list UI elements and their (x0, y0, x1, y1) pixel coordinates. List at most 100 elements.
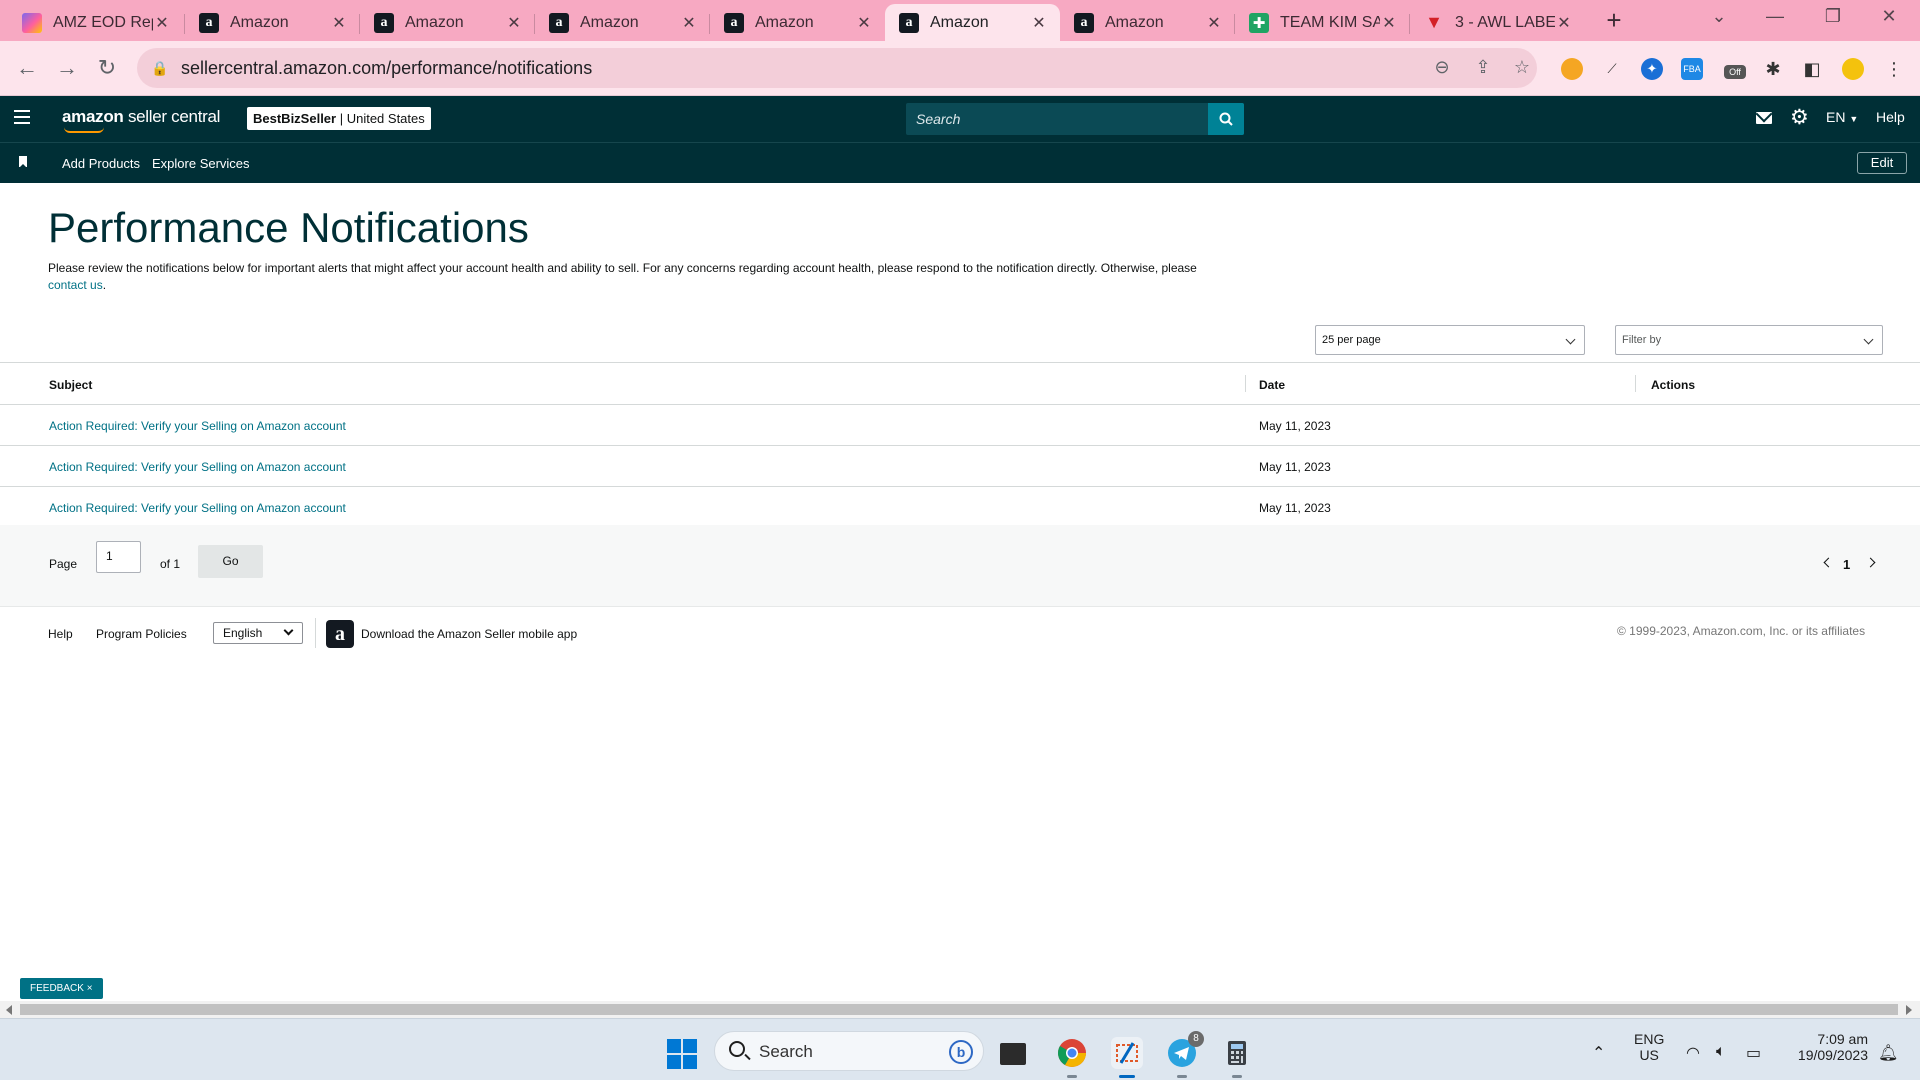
scroll-left-icon[interactable] (6, 1005, 12, 1015)
restore-button[interactable]: ❐ (1810, 6, 1856, 34)
close-icon[interactable]: ✕ (855, 13, 873, 33)
horizontal-scrollbar[interactable] (0, 1001, 1920, 1018)
feedback-tab[interactable]: FEEDBACK × (20, 978, 103, 999)
side-panel-icon[interactable]: ◧ (1801, 58, 1823, 80)
bookmark-icon[interactable] (19, 156, 27, 168)
snipping-tool-icon[interactable] (1111, 1037, 1143, 1078)
program-policies-link[interactable]: Program Policies (96, 627, 187, 641)
notification-bell-icon[interactable]: 🔔︎ (1878, 1043, 1898, 1063)
menu-kebab-icon[interactable]: ⋮ (1883, 58, 1905, 80)
close-icon[interactable]: ✕ (153, 13, 171, 33)
browser-tab[interactable]: a Amazon ✕ (360, 4, 535, 41)
profile-avatar[interactable] (1842, 58, 1864, 80)
reload-button[interactable]: ↻ (92, 53, 122, 83)
extension-icon[interactable] (1561, 58, 1583, 80)
close-icon[interactable]: ✕ (680, 13, 698, 33)
close-icon[interactable]: ✕ (1205, 13, 1223, 33)
bing-icon[interactable]: b (949, 1040, 973, 1064)
footer-language-select[interactable]: English (213, 622, 303, 644)
close-icon[interactable]: ✕ (1030, 13, 1048, 33)
explore-services-link[interactable]: Explore Services (152, 156, 250, 171)
tab-search-icon[interactable]: ⌄ (1696, 6, 1742, 34)
share-icon[interactable]: ⇪ (1472, 57, 1494, 79)
hamburger-menu-icon[interactable] (14, 110, 30, 126)
footer-help-link[interactable]: Help (48, 627, 73, 641)
volume-icon[interactable]: 🔈︎ (1716, 1043, 1726, 1061)
amazon-icon: a (199, 12, 219, 33)
bookmark-star-icon[interactable]: ☆ (1511, 57, 1533, 79)
task-view-icon[interactable] (1000, 1043, 1026, 1065)
go-button[interactable]: Go (198, 545, 263, 578)
extension-icon[interactable]: ⟋ (1601, 58, 1623, 80)
filter-select[interactable]: Filter by (1615, 325, 1883, 355)
scrollbar-thumb[interactable] (20, 1004, 1898, 1015)
zoom-icon[interactable]: ⊖ (1431, 57, 1453, 79)
gear-icon[interactable]: ⚙ (1790, 107, 1809, 129)
browser-tab[interactable]: a Amazon ✕ (185, 4, 360, 41)
puzzle-icon[interactable]: ✱ (1762, 58, 1784, 80)
column-header-date[interactable]: Date (1259, 378, 1285, 392)
edit-button[interactable]: Edit (1857, 152, 1907, 174)
search-input[interactable]: Search (906, 103, 1244, 135)
chevron-up-icon[interactable]: ⌃ (1592, 1043, 1605, 1063)
close-icon[interactable]: ✕ (1555, 13, 1573, 33)
language-label: EN (1826, 109, 1846, 125)
chevron-left-icon[interactable] (1823, 557, 1834, 568)
contact-us-link[interactable]: contact us (48, 278, 103, 292)
close-icon[interactable]: × (87, 983, 93, 994)
chrome-icon[interactable] (1056, 1037, 1088, 1078)
minimize-button[interactable]: — (1752, 6, 1798, 34)
notification-subject-link[interactable]: Action Required: Verify your Selling on … (49, 419, 346, 433)
telegram-icon[interactable]: 8 (1166, 1031, 1204, 1078)
taskbar-search[interactable]: Search b (714, 1031, 984, 1071)
calculator-icon[interactable] (1221, 1037, 1253, 1078)
close-icon[interactable]: ✕ (505, 13, 523, 33)
close-icon[interactable]: ✕ (1380, 13, 1398, 33)
fba-extension-icon[interactable]: FBA (1681, 58, 1703, 80)
notification-subject-link[interactable]: Action Required: Verify your Selling on … (49, 501, 346, 515)
page-number-input[interactable]: 1 (96, 541, 141, 573)
battery-icon[interactable]: ▭ (1746, 1043, 1761, 1063)
extension-icon[interactable]: ✦ (1641, 58, 1663, 80)
extension-off-badge[interactable]: Off (1724, 65, 1746, 79)
close-icon[interactable]: ✕ (330, 13, 348, 33)
current-page-number[interactable]: 1 (1843, 557, 1850, 572)
scroll-right-icon[interactable] (1906, 1005, 1912, 1015)
browser-tab[interactable]: AMZ EOD Rep ✕ (8, 4, 183, 41)
clock[interactable]: 7:09 am 19/09/2023 (1784, 1031, 1868, 1063)
table-row: Action Required: Verify your Selling on … (0, 446, 1920, 487)
browser-tab[interactable]: a Amazon ✕ (1060, 4, 1235, 41)
footer-language-value: English (223, 626, 263, 640)
seller-central-logo[interactable]: amazon seller central (62, 107, 220, 133)
input-language[interactable]: ENG US (1634, 1031, 1664, 1063)
search-button[interactable] (1208, 103, 1244, 135)
amazon-icon: a (724, 12, 744, 33)
amazon-icon: a (374, 12, 394, 33)
notification-subject-link[interactable]: Action Required: Verify your Selling on … (49, 460, 346, 474)
browser-tab[interactable]: a Amazon ✕ (710, 4, 885, 41)
language-switcher[interactable]: EN ▼ (1826, 109, 1858, 125)
download-app-link[interactable]: Download the Amazon Seller mobile app (361, 627, 577, 641)
per-page-select[interactable]: 25 per page (1315, 325, 1585, 355)
store-switcher[interactable]: BestBizSeller | United States (247, 107, 431, 130)
help-link[interactable]: Help (1876, 109, 1905, 125)
window-close-button[interactable]: ✕ (1866, 6, 1912, 34)
browser-tab[interactable]: ✚ TEAM KIM SA ✕ (1235, 4, 1410, 41)
taskbar-search-placeholder: Search (759, 1042, 813, 1061)
intro-body: Please review the notifications below fo… (48, 261, 1197, 275)
amazon-app-icon[interactable]: a (326, 620, 354, 648)
add-products-link[interactable]: Add Products (62, 156, 140, 171)
browser-tab[interactable]: ▼ 3 - AWL LABE ✕ (1410, 4, 1585, 41)
mail-icon[interactable] (1756, 112, 1772, 124)
forward-button[interactable]: → (52, 53, 82, 83)
windows-start-icon[interactable] (667, 1039, 697, 1069)
chevron-right-icon[interactable] (1865, 557, 1876, 568)
language-bottom: US (1639, 1047, 1659, 1063)
address-bar[interactable]: 🔒 sellercentral.amazon.com/performance/n… (137, 48, 1537, 88)
column-header-subject[interactable]: Subject (49, 378, 92, 392)
browser-tab[interactable]: a Amazon ✕ (535, 4, 710, 41)
back-button[interactable]: ← (12, 53, 42, 83)
new-tab-button[interactable]: + (1600, 6, 1628, 34)
wifi-icon[interactable]: ◠ (1686, 1043, 1700, 1063)
browser-tab-active[interactable]: a Amazon ✕ (885, 4, 1060, 41)
